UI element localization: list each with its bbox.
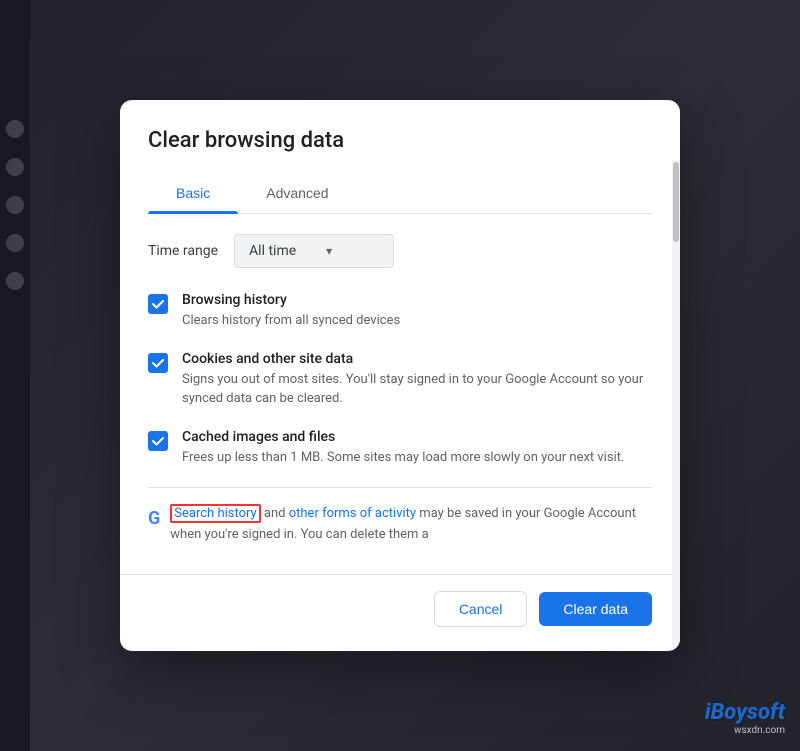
- browsing-history-item: Browsing history Clears history from all…: [148, 292, 652, 331]
- clear-data-button[interactable]: Clear data: [539, 592, 652, 626]
- dialog-title: Clear browsing data: [148, 128, 652, 153]
- tabs-container: Basic Advanced: [148, 173, 652, 214]
- checkbox-cached[interactable]: [148, 431, 168, 451]
- other-forms-link[interactable]: other forms of activity: [289, 506, 416, 521]
- checkmark-icon: [151, 297, 165, 311]
- checkmark-icon: [151, 356, 165, 370]
- time-range-label: Time range: [148, 243, 218, 259]
- checkbox-wrapper-browsing: [148, 294, 168, 314]
- cached-title: Cached images and files: [182, 429, 652, 445]
- time-range-value: All time: [249, 243, 296, 259]
- cookies-text: Cookies and other site data Signs you ou…: [182, 351, 652, 409]
- dialog-overlay: Clear browsing data Basic Advanced Time …: [0, 0, 800, 751]
- checkbox-browsing-history[interactable]: [148, 294, 168, 314]
- checkmark-icon: [151, 434, 165, 448]
- checkbox-cookies[interactable]: [148, 353, 168, 373]
- clear-browsing-data-dialog: Clear browsing data Basic Advanced Time …: [120, 100, 680, 651]
- cached-desc: Frees up less than 1 MB. Some sites may …: [182, 448, 652, 468]
- checkbox-wrapper-cookies: [148, 353, 168, 373]
- scrollbar[interactable]: [672, 160, 680, 651]
- cookies-title: Cookies and other site data: [182, 351, 652, 367]
- dialog-header: Clear browsing data: [120, 100, 680, 173]
- google-info-row: G Search history and other forms of acti…: [148, 504, 652, 546]
- tab-advanced[interactable]: Advanced: [238, 173, 356, 213]
- dialog-content: Time range All time ▾ Browsing history: [120, 214, 680, 574]
- cookies-item: Cookies and other site data Signs you ou…: [148, 351, 652, 409]
- cookies-desc: Signs you out of most sites. You'll stay…: [182, 370, 652, 409]
- cancel-button[interactable]: Cancel: [434, 591, 528, 627]
- cached-text: Cached images and files Frees up less th…: [182, 429, 652, 468]
- browsing-history-desc: Clears history from all synced devices: [182, 311, 652, 331]
- time-range-select[interactable]: All time ▾: [234, 234, 394, 268]
- search-history-link[interactable]: Search history: [170, 504, 260, 523]
- google-logo: G: [148, 506, 160, 531]
- google-info-middle: and: [261, 506, 289, 521]
- cached-item: Cached images and files Frees up less th…: [148, 429, 652, 468]
- time-range-row: Time range All time ▾: [148, 234, 652, 268]
- browsing-history-text: Browsing history Clears history from all…: [182, 292, 652, 331]
- checkbox-wrapper-cached: [148, 431, 168, 451]
- browsing-history-title: Browsing history: [182, 292, 652, 308]
- scroll-thumb: [673, 162, 679, 242]
- section-divider: [148, 487, 652, 488]
- tab-basic[interactable]: Basic: [148, 173, 238, 213]
- chevron-down-icon: ▾: [326, 244, 332, 258]
- dialog-footer: Cancel Clear data: [120, 574, 680, 651]
- google-info-text: Search history and other forms of activi…: [170, 504, 652, 546]
